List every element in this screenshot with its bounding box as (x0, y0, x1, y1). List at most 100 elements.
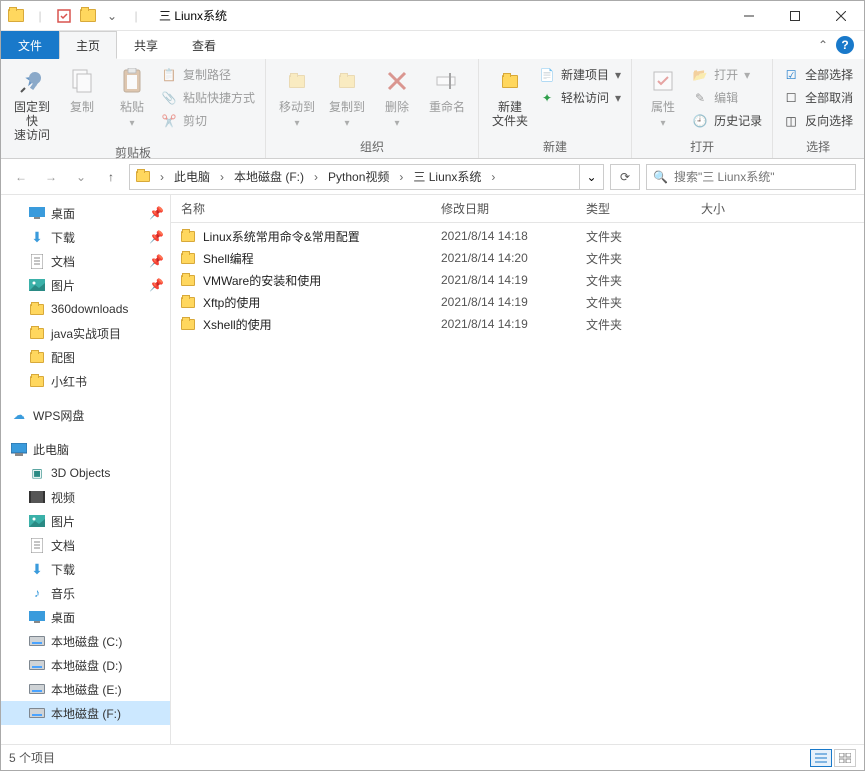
paste-shortcut-button[interactable]: 📎粘贴快捷方式 (157, 88, 259, 107)
sidebar-item[interactable]: 图片 (1, 509, 170, 533)
invert-selection-button[interactable]: ◫反向选择 (779, 111, 857, 130)
sidebar-item[interactable]: ▣3D Objects (1, 461, 170, 485)
sidebar-item[interactable]: 本地磁盘 (F:) (1, 701, 170, 725)
collapse-ribbon-icon[interactable]: ⌃ (818, 38, 828, 52)
chevron-right-icon[interactable]: › (156, 170, 168, 184)
folder-icon (5, 5, 27, 27)
pin-quick-access-button[interactable]: 固定到快 速访问 (7, 61, 57, 142)
select-none-button[interactable]: ☐全部取消 (779, 88, 857, 107)
icons-view-button[interactable] (834, 749, 856, 767)
view-mode-toggle (810, 749, 856, 767)
ribbon-group-open: 属性▾ 📂打开▾ ✎编辑 🕘历史记录 打开 (632, 59, 773, 158)
desktop-icon (29, 609, 45, 625)
sidebar-item[interactable]: 小红书 (1, 369, 170, 393)
file-row[interactable]: Linux系统常用命令&常用配置 2021/8/14 14:18 文件夹 (171, 225, 864, 247)
address-dropdown-icon[interactable]: ⌄ (579, 165, 603, 189)
details-view-button[interactable] (810, 749, 832, 767)
file-row[interactable]: Shell编程 2021/8/14 14:20 文件夹 (171, 247, 864, 269)
close-button[interactable] (818, 1, 864, 31)
sidebar-item[interactable]: ♪音乐 (1, 581, 170, 605)
file-row[interactable]: VMWare的安装和使用 2021/8/14 14:19 文件夹 (171, 269, 864, 291)
sidebar-item[interactable]: 360downloads (1, 297, 170, 321)
sidebar-item[interactable]: 本地磁盘 (D:) (1, 653, 170, 677)
folder-icon (29, 349, 45, 365)
chevron-right-icon[interactable]: › (310, 170, 322, 184)
file-row[interactable]: Xftp的使用 2021/8/14 14:19 文件夹 (171, 291, 864, 313)
column-date[interactable]: 修改日期 (431, 200, 576, 217)
breadcrumb-segment[interactable]: 三 Liunx系统 (407, 165, 487, 189)
maximize-button[interactable] (772, 1, 818, 31)
qat-dropdown-icon[interactable]: ⌄ (101, 5, 123, 27)
ribbon-group-clipboard: 固定到快 速访问 复制 粘贴 ▾ 📋复制路径 📎粘贴快捷方式 ✂️剪切 剪贴板 (1, 59, 266, 158)
sidebar-item[interactable]: java实战项目 (1, 321, 170, 345)
tab-share[interactable]: 共享 (117, 31, 175, 59)
search-box[interactable]: 🔍 (646, 164, 856, 190)
column-name[interactable]: 名称 (171, 200, 431, 217)
back-button[interactable]: ← (9, 165, 33, 189)
rename-button[interactable]: 重命名 (422, 61, 472, 114)
help-icon[interactable]: ? (836, 36, 854, 54)
content-pane: 名称 修改日期 类型 大小 Linux系统常用命令&常用配置 2021/8/14… (171, 195, 864, 744)
drive-icon (29, 633, 45, 649)
delete-button[interactable]: 删除▾ (372, 61, 422, 131)
chevron-right-icon[interactable]: › (395, 170, 407, 184)
select-all-button[interactable]: ☑全部选择 (779, 65, 857, 84)
recent-locations-button[interactable]: ⌄ (69, 165, 93, 189)
column-type[interactable]: 类型 (576, 200, 691, 217)
copy-button[interactable]: 复制 (57, 61, 107, 114)
refresh-button[interactable]: ⟳ (610, 164, 640, 190)
move-to-button[interactable]: 移动到▾ (272, 61, 322, 131)
address-bar[interactable]: › 此电脑 › 本地磁盘 (F:) › Python视频 › 三 Liunx系统… (129, 164, 604, 190)
breadcrumb-segment[interactable]: Python视频 (322, 165, 395, 189)
sidebar-item[interactable]: 本地磁盘 (E:) (1, 677, 170, 701)
paste-button[interactable]: 粘贴 ▾ (107, 61, 157, 131)
folder-icon (136, 171, 150, 182)
navigation-pane[interactable]: 桌面📌⬇下载📌文档📌图片📌360downloadsjava实战项目配图小红书 ☁W… (1, 195, 171, 744)
ribbon-group-organize: 移动到▾ 复制到▾ 删除▾ 重命名 组织 (266, 59, 479, 158)
chevron-right-icon[interactable]: › (216, 170, 228, 184)
sidebar-item[interactable]: 桌面 (1, 605, 170, 629)
new-folder-button[interactable]: 新建 文件夹 (485, 61, 535, 128)
history-button[interactable]: 🕘历史记录 (688, 111, 766, 130)
file-row[interactable]: Xshell的使用 2021/8/14 14:19 文件夹 (171, 313, 864, 335)
copy-path-button[interactable]: 📋复制路径 (157, 65, 259, 84)
sidebar-item[interactable]: ⬇下载📌 (1, 225, 170, 249)
properties-button[interactable]: 属性▾ (638, 61, 688, 131)
cloud-icon: ☁ (11, 407, 27, 423)
tab-file[interactable]: 文件 (1, 31, 59, 59)
ribbon: 固定到快 速访问 复制 粘贴 ▾ 📋复制路径 📎粘贴快捷方式 ✂️剪切 剪贴板 … (1, 59, 864, 159)
sidebar-item[interactable]: 文档 (1, 533, 170, 557)
download-icon: ⬇ (29, 229, 45, 245)
edit-button[interactable]: ✎编辑 (688, 88, 766, 107)
breadcrumb-segment[interactable]: 本地磁盘 (F:) (228, 165, 310, 189)
up-button[interactable]: ↑ (99, 165, 123, 189)
sidebar-item[interactable]: 桌面📌 (1, 201, 170, 225)
sidebar-item[interactable]: 配图 (1, 345, 170, 369)
tab-home[interactable]: 主页 (59, 31, 117, 59)
easy-access-button[interactable]: ✦轻松访问▾ (535, 88, 625, 107)
breadcrumb-segment[interactable]: 此电脑 (168, 165, 216, 189)
tab-view[interactable]: 查看 (175, 31, 233, 59)
copy-to-button[interactable]: 复制到▾ (322, 61, 372, 131)
forward-button[interactable]: → (39, 165, 63, 189)
chevron-right-icon[interactable]: › (487, 170, 499, 184)
file-list[interactable]: Linux系统常用命令&常用配置 2021/8/14 14:18 文件夹 She… (171, 223, 864, 744)
open-button[interactable]: 📂打开▾ (688, 65, 766, 84)
sidebar-item[interactable]: ⬇下载 (1, 557, 170, 581)
new-item-button[interactable]: 📄新建项目▾ (535, 65, 625, 84)
sidebar-item-this-pc[interactable]: 此电脑 (1, 437, 170, 461)
column-size[interactable]: 大小 (691, 200, 771, 217)
sidebar-item[interactable]: 本地磁盘 (C:) (1, 629, 170, 653)
sidebar-item[interactable]: 文档📌 (1, 249, 170, 273)
status-bar: 5 个项目 (1, 744, 864, 770)
sidebar-item[interactable]: 视频 (1, 485, 170, 509)
drive-icon (29, 705, 45, 721)
qat-properties-icon[interactable] (53, 5, 75, 27)
file-name-cell: VMWare的安装和使用 (171, 272, 431, 289)
minimize-button[interactable] (726, 1, 772, 31)
cut-button[interactable]: ✂️剪切 (157, 111, 259, 130)
sidebar-item-wps[interactable]: ☁WPS网盘 (1, 403, 170, 427)
sidebar-item[interactable]: 图片📌 (1, 273, 170, 297)
search-input[interactable] (674, 170, 849, 184)
folder-icon (181, 319, 195, 330)
